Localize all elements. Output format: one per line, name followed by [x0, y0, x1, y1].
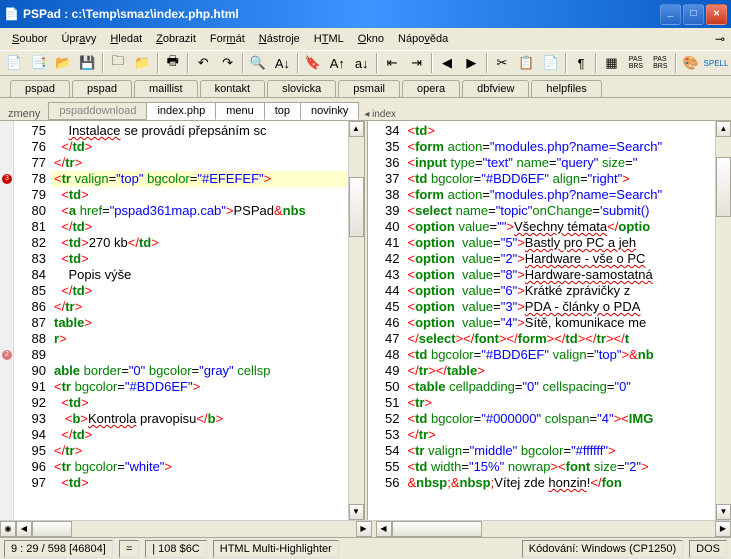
project-tab[interactable]: maillist	[134, 80, 198, 97]
grid-brs-icon[interactable]: PASBRS	[650, 52, 670, 74]
app-icon: 📄	[4, 7, 19, 21]
document-tab[interactable]: pspaddownload	[48, 102, 147, 120]
line-gutter-left[interactable]: 7576777879808182838485868788899091929394…	[14, 121, 52, 520]
hscrollbar-row: ◉ ◀ ▶ ◀ ▶	[0, 520, 731, 537]
save-icon[interactable]: 💾	[77, 52, 97, 74]
redo-icon[interactable]: ↷	[217, 52, 237, 74]
vscrollbar-left[interactable]: ▲ ▼	[348, 121, 364, 520]
scroll-thumb[interactable]	[716, 157, 731, 217]
panel-collapse-icon[interactable]: ◉	[0, 521, 16, 537]
toolbar: 📄 📑 📂 💾 🗀 📁 🖶 ↶ ↷ 🔍 A↓ 🔖 A↑ a↓ ⇤ ⇥ ◀ ▶ ✂…	[0, 50, 731, 76]
menubar: Soubor Úpravy Hledat Zobrazit Formát Nás…	[0, 28, 731, 50]
find-next-icon[interactable]: A↓	[272, 52, 292, 74]
left-pane[interactable]: 32 7576777879808182838485868788899091929…	[0, 121, 364, 520]
scroll-down-icon[interactable]: ▼	[349, 504, 364, 520]
project-new-icon[interactable]: 🗀	[108, 52, 128, 74]
document-tabstrip: zmeny pspaddownloadindex.phpmenutopnovin…	[0, 98, 731, 120]
status-highlighter[interactable]: HTML Multi-Highlighter	[213, 540, 339, 558]
status-lineend[interactable]: DOS	[689, 540, 727, 558]
right-pane[interactable]: 3435363738394041424344454647484950515253…	[368, 121, 731, 520]
copy-icon[interactable]: 📋	[516, 52, 536, 74]
bookmark-marker[interactable]: 3	[2, 174, 12, 184]
color-icon[interactable]: 🎨	[681, 52, 701, 74]
scroll-down-icon[interactable]: ▼	[716, 504, 731, 520]
line-gutter-right[interactable]: 3435363738394041424344454647484950515253…	[368, 121, 406, 520]
project-tab[interactable]: pspad	[10, 80, 70, 97]
minimize-button[interactable]: _	[660, 4, 681, 25]
new-multi-icon[interactable]: 📑	[28, 52, 48, 74]
status-column: | 108 $6C	[145, 540, 207, 558]
spell-icon[interactable]: SPELL	[705, 52, 727, 74]
scroll-up-icon[interactable]: ▲	[349, 121, 364, 137]
status-encoding[interactable]: Kódování: Windows (CP1250)	[522, 540, 683, 558]
menu-html[interactable]: HTML	[308, 31, 350, 47]
document-tab[interactable]: top	[264, 102, 301, 120]
print-icon[interactable]: 🖶	[163, 52, 183, 74]
titlebar[interactable]: 📄 PSPad : c:\Temp\smaz\index.php.html _ …	[0, 0, 731, 28]
project-tab[interactable]: dbfview	[462, 80, 529, 97]
menu-hledat[interactable]: Hledat	[104, 31, 148, 47]
menu-upravy[interactable]: Úpravy	[55, 31, 102, 47]
bookmark-marker[interactable]: 2	[2, 350, 12, 360]
hscroll-thumb[interactable]	[392, 521, 482, 537]
menu-nastroje[interactable]: Nástroje	[253, 31, 306, 47]
code-area-left[interactable]: Instalace se provádí přepsáním sc </td><…	[52, 121, 348, 520]
project-tab[interactable]: kontakt	[200, 80, 265, 97]
indent-right-icon[interactable]: ⇥	[406, 52, 426, 74]
nav-fwd-icon[interactable]: ▶	[461, 52, 481, 74]
statusbar: 9 : 29 / 598 [46804] = | 108 $6C HTML Mu…	[0, 537, 731, 559]
document-tab[interactable]: index.php	[146, 102, 216, 120]
code-area-right[interactable]: <td><form action="modules.php?name=Searc…	[406, 121, 716, 520]
new-file-icon[interactable]: 📄	[4, 52, 24, 74]
find-icon[interactable]: 🔍	[248, 52, 268, 74]
nav-back-icon[interactable]: ◀	[437, 52, 457, 74]
hscrollbar-right[interactable]: ◀ ▶	[376, 521, 731, 537]
open-icon[interactable]: 📂	[53, 52, 73, 74]
project-open-icon[interactable]: 📁	[132, 52, 152, 74]
menu-soubor[interactable]: Soubor	[6, 31, 53, 47]
document-tab[interactable]: menu	[215, 102, 265, 120]
status-position: 9 : 29 / 598 [46804]	[4, 540, 113, 558]
bookmark-icon[interactable]: 🔖	[303, 52, 323, 74]
window-title: PSPad : c:\Temp\smaz\index.php.html	[23, 7, 660, 21]
docstrip-left-label: zmeny	[8, 108, 40, 120]
close-button[interactable]: ✕	[706, 4, 727, 25]
paste-icon[interactable]: 📄	[540, 52, 560, 74]
vscrollbar-right[interactable]: ▲ ▼	[715, 121, 731, 520]
status-modified: =	[119, 540, 139, 558]
project-tab[interactable]: pspad	[72, 80, 132, 97]
scroll-thumb[interactable]	[349, 177, 364, 237]
docstrip-marker: ◂ index	[364, 109, 396, 120]
maximize-button[interactable]: □	[683, 4, 704, 25]
undo-icon[interactable]: ↶	[193, 52, 213, 74]
document-tab[interactable]: novinky	[300, 102, 359, 120]
menu-zobrazit[interactable]: Zobrazit	[150, 31, 202, 47]
sort-asc-icon[interactable]: A↑	[327, 52, 347, 74]
grid-pas-icon[interactable]: PASBRS	[626, 52, 646, 74]
project-tab[interactable]: slovicka	[267, 80, 336, 97]
project-tab[interactable]: helpfiles	[531, 80, 601, 97]
hscrollbar-left[interactable]: ◀ ▶	[16, 521, 372, 537]
cut-icon[interactable]: ✂	[492, 52, 512, 74]
bookmark-gutter-left[interactable]: 32	[0, 121, 14, 520]
pin-icon[interactable]: ⊸	[715, 32, 725, 46]
project-tab[interactable]: psmail	[338, 80, 400, 97]
indent-left-icon[interactable]: ⇤	[382, 52, 402, 74]
hscroll-thumb[interactable]	[32, 521, 72, 537]
menu-format[interactable]: Formát	[204, 31, 251, 47]
pilcrow-icon[interactable]: ¶	[571, 52, 591, 74]
form-icon[interactable]: ▦	[601, 52, 621, 74]
project-tabstrip: pspadpspadmaillistkontaktslovickapsmailo…	[0, 76, 731, 98]
project-tab[interactable]: opera	[402, 80, 460, 97]
editor-area: 32 7576777879808182838485868788899091929…	[0, 120, 731, 520]
menu-okno[interactable]: Okno	[352, 31, 390, 47]
sort-desc-icon[interactable]: a↓	[351, 52, 371, 74]
scroll-up-icon[interactable]: ▲	[716, 121, 731, 137]
menu-napoveda[interactable]: Nápověda	[392, 31, 454, 47]
